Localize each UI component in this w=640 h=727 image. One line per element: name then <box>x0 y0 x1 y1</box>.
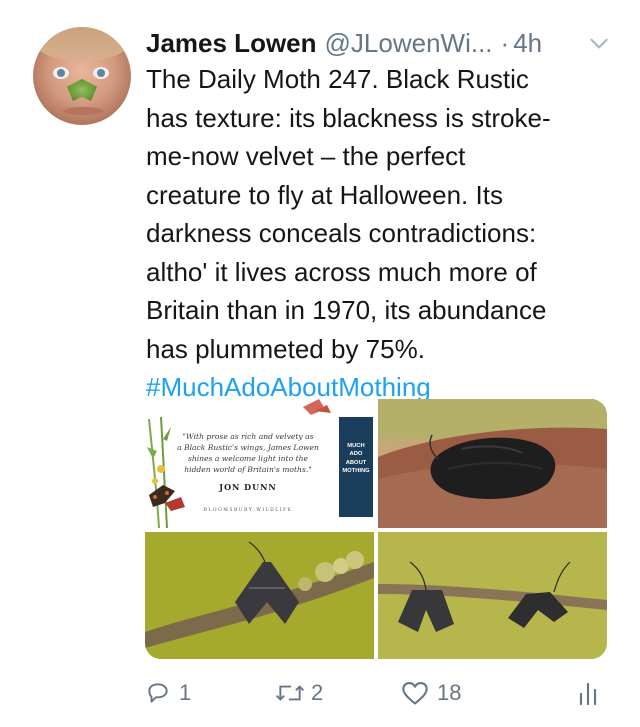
avatar-moth <box>67 79 97 101</box>
separator-dot: · <box>500 27 510 58</box>
tweet-time[interactable]: 4h <box>513 28 542 59</box>
media-photo-two-moths[interactable] <box>378 532 607 659</box>
analytics-icon <box>579 682 597 706</box>
tweet-text-line: creature to fly at Halloween. Its <box>146 179 503 210</box>
tweet-text-line: darkness conceals contradictions: <box>146 218 537 248</box>
chevron-down-icon[interactable] <box>586 30 612 56</box>
heart-icon <box>402 682 428 705</box>
like-button[interactable]: 18 <box>401 676 461 710</box>
avatar-mouth <box>63 107 103 115</box>
retweet-count: 2 <box>311 680 324 705</box>
tweet-text-line: has plummeted by 75%. <box>146 333 425 364</box>
publisher-name: BLOOMSBURY WILDLIFE <box>203 508 293 513</box>
book-cover: MUCH ADO ABOUT MOTHING <box>339 417 373 517</box>
tweet-text-line: Britain than in 1970, its abundance <box>146 295 547 325</box>
moth-photo <box>145 532 374 659</box>
author-avatar[interactable] <box>33 27 131 125</box>
author-handle[interactable]: @JLowenWi... <box>325 28 493 59</box>
moth-photo <box>378 399 607 528</box>
reply-button[interactable]: 1 <box>145 676 191 710</box>
quote-author: JON DUNN <box>219 482 277 492</box>
media-photo-moth-on-bark[interactable] <box>378 399 607 528</box>
book-quote: "With prose as rich and velvety as a Bla… <box>177 432 319 474</box>
media-book-card[interactable]: "With prose as rich and velvety as a Bla… <box>145 399 374 528</box>
tweet-text-line: me-now velvet – the perfect <box>146 141 466 171</box>
retweet-icon <box>275 685 305 701</box>
avatar-eye-left <box>53 67 69 79</box>
author-name[interactable]: James Lowen <box>146 28 317 59</box>
avatar-eye-right <box>93 67 109 79</box>
moth-photo <box>378 532 607 659</box>
media-grid: "With prose as rich and velvety as a Bla… <box>145 399 607 659</box>
media-photo-moth-on-lichen[interactable] <box>145 532 374 659</box>
analytics-button[interactable] <box>577 676 599 710</box>
tweet-text-line: has texture: its blackness is stroke- <box>146 102 551 133</box>
retweet-button[interactable]: 2 <box>275 676 323 710</box>
tweet-text: The Daily Moth 247. Black Rustic has tex… <box>146 60 616 407</box>
reply-icon <box>148 683 168 703</box>
avatar-hair <box>33 27 131 61</box>
tweet-header: James Lowen @JLowenWi... · 4h <box>146 26 620 60</box>
like-count: 18 <box>437 680 462 705</box>
tweet-text-line: altho' it lives across much more of <box>146 256 537 287</box>
action-bar: 1 2 18 <box>145 676 605 710</box>
reply-count: 1 <box>179 680 192 705</box>
book-title: MUCH ADO ABOUT MOTHING <box>342 443 370 475</box>
tweet-text-line: The Daily Moth 247. Black Rustic <box>146 64 529 94</box>
